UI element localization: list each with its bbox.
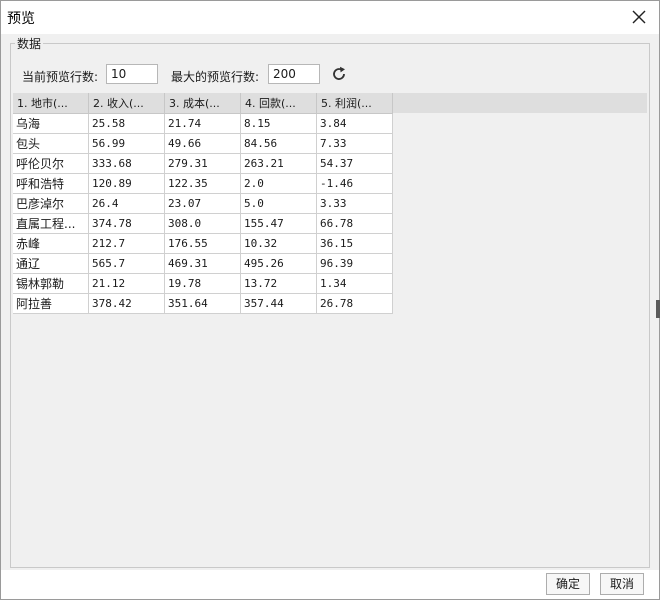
column-header-city[interactable]: 1. 地市(...: [13, 93, 89, 114]
group-label: 数据: [15, 35, 44, 52]
table-row[interactable]: 乌海 25.58 21.74 8.15 3.84: [13, 113, 393, 134]
max-rows-input[interactable]: 200: [268, 64, 320, 84]
close-icon: [632, 10, 646, 24]
cancel-button[interactable]: 取消: [600, 573, 644, 595]
cell-collection[interactable]: 10.32: [240, 233, 317, 254]
dialog-title: 预览: [7, 11, 35, 27]
current-rows-label: 当前预览行数:: [22, 70, 99, 84]
cell-profit[interactable]: 54.37: [316, 153, 393, 174]
cell-cost[interactable]: 308.0: [164, 213, 241, 234]
table-row[interactable]: 通辽 565.7 469.31 495.26 96.39: [13, 253, 393, 274]
cell-profit[interactable]: 36.15: [316, 233, 393, 254]
cell-city[interactable]: 直属工程...: [13, 213, 89, 234]
current-rows-input[interactable]: 10: [106, 64, 158, 84]
cell-cost[interactable]: 19.78: [164, 273, 241, 294]
cell-city[interactable]: 呼伦贝尔: [13, 153, 89, 174]
data-table: 1. 地市(... 2. 收入(... 3. 成本(... 4. 回款(... …: [13, 93, 393, 314]
table-row[interactable]: 直属工程... 374.78 308.0 155.47 66.78: [13, 213, 393, 234]
cell-revenue[interactable]: 21.12: [88, 273, 165, 294]
cell-collection[interactable]: 84.56: [240, 133, 317, 154]
cell-revenue[interactable]: 26.4: [88, 193, 165, 214]
cell-profit[interactable]: 7.33: [316, 133, 393, 154]
cell-profit[interactable]: -1.46: [316, 173, 393, 194]
refresh-icon: [333, 66, 345, 80]
table-row[interactable]: 赤峰 212.7 176.55 10.32 36.15: [13, 233, 393, 254]
cell-collection[interactable]: 495.26: [240, 253, 317, 274]
table-header-row: 1. 地市(... 2. 收入(... 3. 成本(... 4. 回款(... …: [13, 93, 393, 114]
cell-city[interactable]: 阿拉善: [13, 293, 89, 314]
cell-profit[interactable]: 96.39: [316, 253, 393, 274]
cell-profit[interactable]: 3.33: [316, 193, 393, 214]
preview-grid: 1. 地市(... 2. 收入(... 3. 成本(... 4. 回款(... …: [13, 93, 647, 561]
cell-cost[interactable]: 469.31: [164, 253, 241, 274]
table-row[interactable]: 锡林郭勒 21.12 19.78 13.72 1.34: [13, 273, 393, 294]
background-window-edge: [656, 300, 660, 318]
cell-city[interactable]: 锡林郭勒: [13, 273, 89, 294]
cell-profit[interactable]: 1.34: [316, 273, 393, 294]
cell-cost[interactable]: 23.07: [164, 193, 241, 214]
cell-cost[interactable]: 176.55: [164, 233, 241, 254]
column-header-collection[interactable]: 4. 回款(...: [240, 93, 317, 114]
cell-cost[interactable]: 49.66: [164, 133, 241, 154]
cell-revenue[interactable]: 212.7: [88, 233, 165, 254]
cell-collection[interactable]: 8.15: [240, 113, 317, 134]
column-header-profit[interactable]: 5. 利润(...: [316, 93, 393, 114]
cell-cost[interactable]: 351.64: [164, 293, 241, 314]
cell-city[interactable]: 赤峰: [13, 233, 89, 254]
preview-dialog: 预览 数据 当前预览行数: 10 最大的预览行数: 200 1. 地市(... …: [0, 0, 660, 600]
column-header-revenue[interactable]: 2. 收入(...: [88, 93, 165, 114]
cell-revenue[interactable]: 333.68: [88, 153, 165, 174]
refresh-button[interactable]: [330, 65, 348, 83]
cell-profit[interactable]: 26.78: [316, 293, 393, 314]
cell-city[interactable]: 通辽: [13, 253, 89, 274]
cell-collection[interactable]: 155.47: [240, 213, 317, 234]
cell-cost[interactable]: 21.74: [164, 113, 241, 134]
cell-city[interactable]: 乌海: [13, 113, 89, 134]
cell-cost[interactable]: 279.31: [164, 153, 241, 174]
cell-revenue[interactable]: 378.42: [88, 293, 165, 314]
cell-collection[interactable]: 2.0: [240, 173, 317, 194]
cell-collection[interactable]: 263.21: [240, 153, 317, 174]
table-row[interactable]: 呼和浩特 120.89 122.35 2.0 -1.46: [13, 173, 393, 194]
cell-collection[interactable]: 357.44: [240, 293, 317, 314]
cell-revenue[interactable]: 120.89: [88, 173, 165, 194]
cell-revenue[interactable]: 56.99: [88, 133, 165, 154]
cell-profit[interactable]: 66.78: [316, 213, 393, 234]
table-row[interactable]: 巴彦淖尔 26.4 23.07 5.0 3.33: [13, 193, 393, 214]
cell-cost[interactable]: 122.35: [164, 173, 241, 194]
cell-collection[interactable]: 5.0: [240, 193, 317, 214]
table-row[interactable]: 包头 56.99 49.66 84.56 7.33: [13, 133, 393, 154]
cell-revenue[interactable]: 565.7: [88, 253, 165, 274]
table-row[interactable]: 呼伦贝尔 333.68 279.31 263.21 54.37: [13, 153, 393, 174]
cell-collection[interactable]: 13.72: [240, 273, 317, 294]
column-header-cost[interactable]: 3. 成本(...: [164, 93, 241, 114]
dialog-body: 数据 当前预览行数: 10 最大的预览行数: 200 1. 地市(... 2. …: [1, 34, 659, 570]
table-row[interactable]: 阿拉善 378.42 351.64 357.44 26.78: [13, 293, 393, 314]
dialog-footer: 确定 取消: [1, 570, 659, 599]
cell-profit[interactable]: 3.84: [316, 113, 393, 134]
max-rows-label: 最大的预览行数:: [171, 70, 260, 84]
cell-revenue[interactable]: 25.58: [88, 113, 165, 134]
close-button[interactable]: [627, 5, 651, 29]
ok-button[interactable]: 确定: [546, 573, 590, 595]
title-bar: 预览: [1, 1, 659, 33]
cell-revenue[interactable]: 374.78: [88, 213, 165, 234]
cell-city[interactable]: 包头: [13, 133, 89, 154]
cell-city[interactable]: 呼和浩特: [13, 173, 89, 194]
data-groupbox: 数据 当前预览行数: 10 最大的预览行数: 200 1. 地市(... 2. …: [10, 35, 650, 568]
cell-city[interactable]: 巴彦淖尔: [13, 193, 89, 214]
